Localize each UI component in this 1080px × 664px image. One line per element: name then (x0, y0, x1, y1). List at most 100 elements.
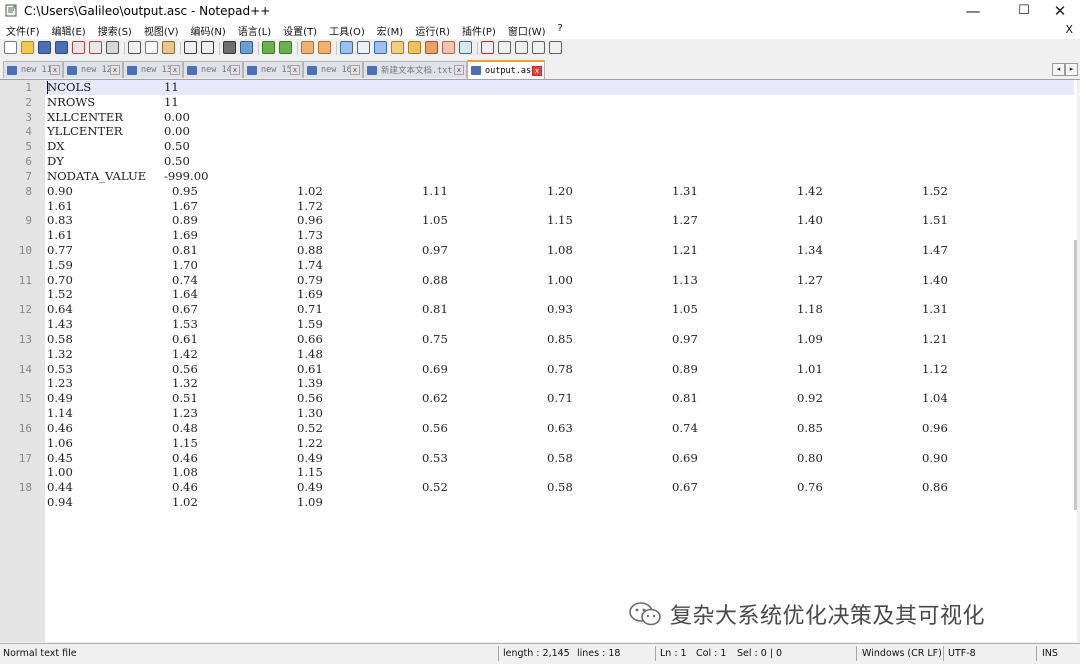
data-value: 0.90 (47, 184, 73, 198)
status-lines: lines : 18 (577, 648, 621, 659)
tab-document[interactable]: 新建文本文档.txt x (363, 61, 467, 78)
folder-workspace-icon[interactable] (442, 41, 455, 54)
tab-close-icon[interactable]: x (230, 65, 240, 75)
find-icon[interactable] (223, 41, 236, 54)
maximize-button[interactable]: ☐ (1006, 0, 1042, 21)
tab-close-icon[interactable]: x (110, 65, 120, 75)
vertical-scrollbar[interactable] (1074, 240, 1077, 510)
line-number: 16 (18, 422, 32, 435)
udl-icon[interactable] (391, 41, 404, 54)
zoom-in-icon[interactable] (262, 41, 275, 54)
data-value: 1.01 (797, 362, 823, 376)
tab-scroll-left-button[interactable]: ◂ (1052, 63, 1065, 76)
tab-close-icon[interactable]: x (350, 65, 360, 75)
tab-document[interactable]: new 11 x (3, 61, 63, 78)
data-value: 1.64 (172, 287, 198, 301)
doc-map-icon[interactable] (408, 41, 421, 54)
minimize-button[interactable]: — (955, 0, 991, 21)
indent-guide-icon[interactable] (374, 41, 387, 54)
copy-icon[interactable] (145, 41, 158, 54)
status-encoding[interactable]: UTF-8 (948, 648, 976, 659)
menu-item[interactable]: 宏(M) (377, 23, 403, 38)
menu-item[interactable]: ? (558, 23, 563, 38)
tab-document[interactable]: new 13 x (123, 61, 183, 78)
save-macro-icon[interactable] (549, 41, 562, 54)
tab-close-icon[interactable]: x (290, 65, 300, 75)
record-macro-icon[interactable] (481, 41, 494, 54)
menu-item[interactable]: 文件(F) (6, 23, 40, 38)
new-file-icon[interactable] (4, 41, 17, 54)
play-macro-icon[interactable] (515, 41, 528, 54)
redo-icon[interactable] (201, 41, 214, 54)
play-multiple-icon[interactable] (532, 41, 545, 54)
close-icon[interactable] (72, 41, 85, 54)
tab-active-document[interactable]: output.asc x (467, 60, 545, 79)
menu-item[interactable]: 设置(T) (283, 23, 317, 38)
data-value: 1.15 (547, 213, 573, 227)
menu-item[interactable]: 编辑(E) (52, 23, 86, 38)
data-value: 1.21 (672, 243, 698, 257)
tab-close-icon[interactable]: x (454, 65, 464, 75)
toolbar-separator (336, 42, 337, 55)
tab-document[interactable]: new 14 x (183, 61, 243, 78)
editor-area[interactable]: 1 2 3 4 5 6 7 8 9 10 11 12 13 14 15 16 17 18 NCOLS 11 NROWS… (0, 80, 1077, 642)
save-icon[interactable] (38, 41, 51, 54)
status-eol[interactable]: Windows (CR LF) (862, 648, 942, 659)
data-value: 0.76 (797, 480, 823, 494)
data-value: 0.83 (47, 213, 73, 227)
header-key: NCOLS (47, 80, 92, 94)
menu-item[interactable]: 工具(O) (329, 23, 365, 38)
toolbar-separator (180, 42, 181, 55)
current-line-highlight (45, 80, 1074, 95)
data-value: 1.32 (172, 376, 198, 390)
paste-icon[interactable] (162, 41, 175, 54)
tab-document[interactable]: new 12 x (63, 61, 123, 78)
menu-item[interactable]: 语言(L) (238, 23, 271, 38)
status-sel: Sel : 0 | 0 (737, 648, 783, 659)
menu-item[interactable]: 运行(R) (415, 23, 450, 38)
tab-close-icon[interactable]: x (170, 65, 180, 75)
show-all-chars-icon[interactable] (357, 41, 370, 54)
data-value: 1.09 (297, 495, 323, 509)
cut-icon[interactable] (128, 41, 141, 54)
data-value: 0.58 (47, 332, 73, 346)
replace-icon[interactable] (240, 41, 253, 54)
function-list-icon[interactable] (425, 41, 438, 54)
stop-macro-icon[interactable] (498, 41, 511, 54)
save-all-icon[interactable] (55, 41, 68, 54)
data-value: 0.49 (297, 480, 323, 494)
close-window-button[interactable]: ✕ (1042, 0, 1078, 21)
undo-icon[interactable] (184, 41, 197, 54)
notepad-app-icon (5, 4, 17, 17)
status-ln: Ln : 1 (660, 648, 687, 659)
menu-item[interactable]: 编码(N) (191, 23, 226, 38)
open-file-icon[interactable] (21, 41, 34, 54)
data-value: 0.44 (47, 480, 73, 494)
data-value: 1.22 (297, 436, 323, 450)
menu-item[interactable]: 搜索(S) (98, 23, 132, 38)
toolbar-separator (297, 42, 298, 55)
monitor-icon[interactable] (459, 41, 472, 54)
close-all-icon[interactable] (89, 41, 102, 54)
line-number: 7 (25, 170, 32, 183)
menu-item[interactable]: 视图(V) (144, 23, 179, 38)
tab-close-icon[interactable]: x (532, 65, 542, 76)
status-insert-mode[interactable]: INS (1042, 648, 1058, 659)
menu-item[interactable]: 窗口(W) (508, 23, 546, 38)
menu-item[interactable]: 插件(P) (462, 23, 496, 38)
tab-document[interactable]: new 16 x (303, 61, 363, 78)
sync-v-icon[interactable] (301, 41, 314, 54)
data-value: 0.46 (47, 421, 73, 435)
tab-close-icon[interactable]: x (50, 65, 60, 75)
zoom-out-icon[interactable] (279, 41, 292, 54)
word-wrap-icon[interactable] (340, 41, 353, 54)
data-value: 1.30 (297, 406, 323, 420)
sync-h-icon[interactable] (318, 41, 331, 54)
tab-document[interactable]: new 15 x (243, 61, 303, 78)
close-document-button[interactable]: X (1065, 23, 1073, 36)
data-value: 1.43 (47, 317, 73, 331)
data-value: 1.02 (172, 495, 198, 509)
status-divider (856, 646, 857, 661)
print-icon[interactable] (106, 41, 119, 54)
tab-scroll-right-button[interactable]: ▸ (1065, 63, 1078, 76)
